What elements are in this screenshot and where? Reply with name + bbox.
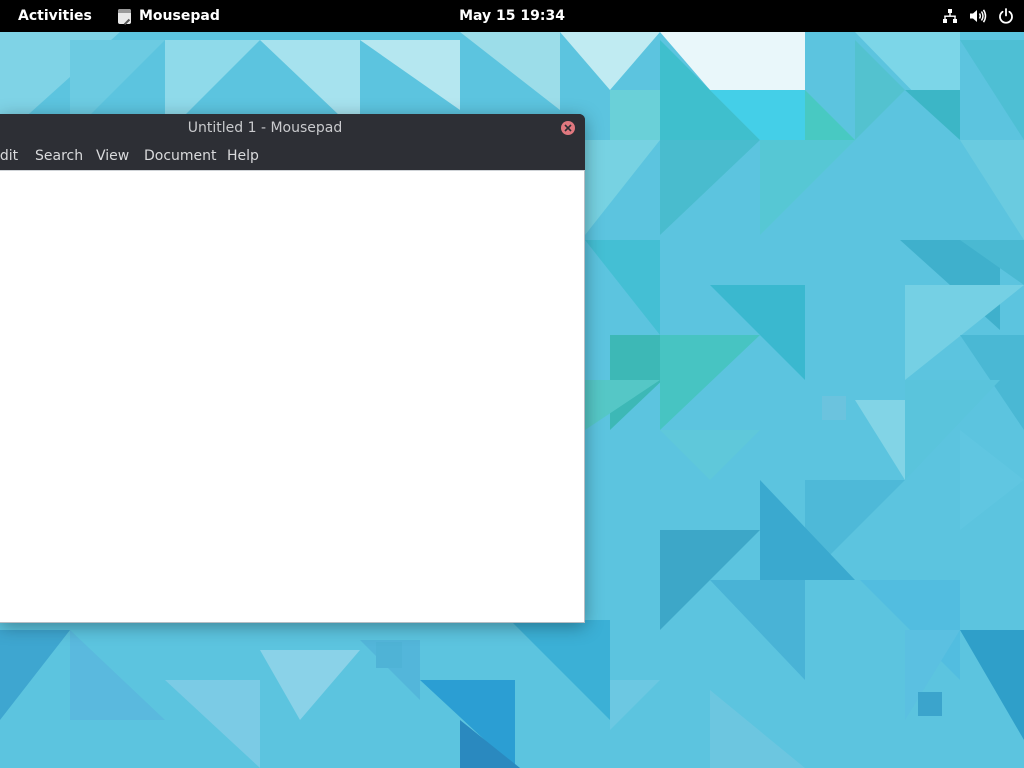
- menu-edit[interactable]: Edit: [0, 142, 18, 170]
- menu-view[interactable]: View: [96, 142, 129, 170]
- app-menu-button[interactable]: Mousepad: [108, 0, 230, 32]
- app-menu-label: Mousepad: [139, 8, 220, 24]
- power-icon[interactable]: [996, 6, 1016, 26]
- menu-bar: Edit Search View Document Help: [0, 142, 585, 170]
- menu-help[interactable]: Help: [227, 142, 259, 170]
- volume-icon[interactable]: [968, 6, 988, 26]
- desktop: Activities Mousepad May 15 19:34 Untitle…: [0, 0, 1024, 768]
- menu-document[interactable]: Document: [144, 142, 217, 170]
- mousepad-app-icon: [118, 8, 131, 24]
- window-title: Untitled 1 - Mousepad: [0, 114, 530, 142]
- window-title-text: Untitled 1 - Mousepad: [187, 120, 343, 136]
- window-titlebar[interactable]: Untitled 1 - Mousepad: [0, 114, 585, 142]
- menu-search[interactable]: Search: [35, 142, 83, 170]
- activities-button[interactable]: Activities: [0, 0, 110, 32]
- network-icon[interactable]: [940, 6, 960, 26]
- close-button[interactable]: [561, 121, 575, 135]
- clock-button[interactable]: May 15 19:34: [452, 0, 572, 32]
- top-bar: Activities Mousepad May 15 19:34: [0, 0, 1024, 32]
- system-tray[interactable]: [932, 0, 1016, 32]
- text-editor-area[interactable]: [0, 170, 585, 623]
- close-icon: [564, 124, 572, 132]
- mousepad-window[interactable]: Untitled 1 - Mousepad Edit Search View D…: [0, 114, 585, 623]
